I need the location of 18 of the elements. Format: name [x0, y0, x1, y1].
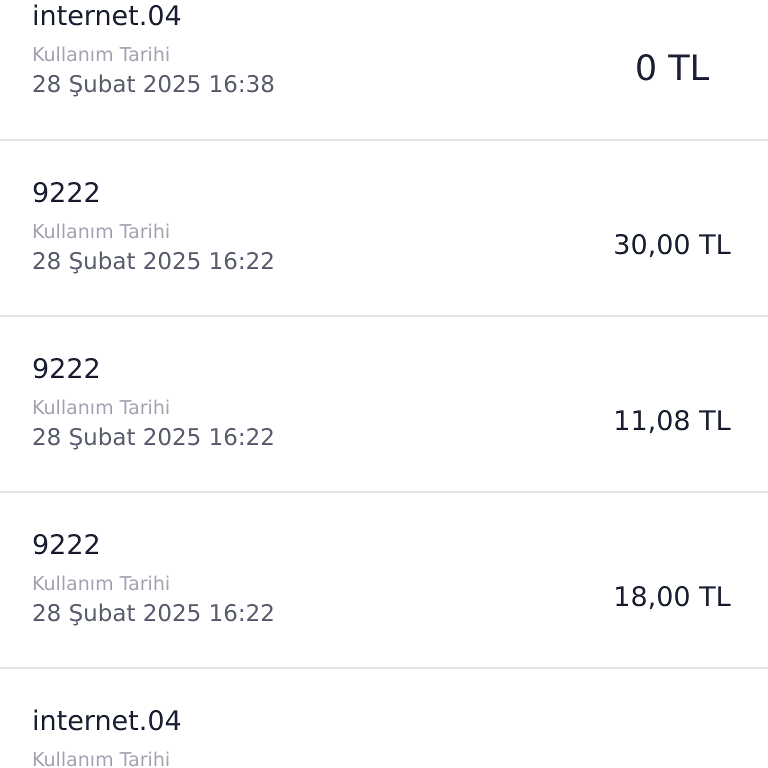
- service-name: internet.04: [32, 0, 183, 34]
- date-label: Kullanım Tarihi: [32, 220, 172, 245]
- date-label: Kullanım Tarihi: [32, 43, 172, 68]
- amount: 30,00 TL: [612, 228, 732, 263]
- service-name: 9222: [32, 529, 102, 563]
- service-name: 9222: [32, 177, 102, 211]
- service-name: internet.04: [32, 705, 183, 739]
- date-label: Kullanım Tarihi: [32, 748, 172, 768]
- amount: 18,00 TL: [612, 580, 732, 615]
- service-name: 9222: [32, 353, 102, 387]
- amount: 11,08 TL: [612, 404, 732, 439]
- usage-date: 28 Şubat 2025 16:22: [32, 424, 276, 453]
- usage-date: 28 Şubat 2025 16:22: [32, 600, 276, 629]
- amount: 0 TL: [634, 48, 710, 92]
- usage-date: 28 Şubat 2025 16:22: [32, 248, 276, 277]
- date-label: Kullanım Tarihi: [32, 396, 172, 421]
- date-label: Kullanım Tarihi: [32, 572, 172, 597]
- usage-date: 28 Şubat 2025 16:38: [32, 71, 276, 100]
